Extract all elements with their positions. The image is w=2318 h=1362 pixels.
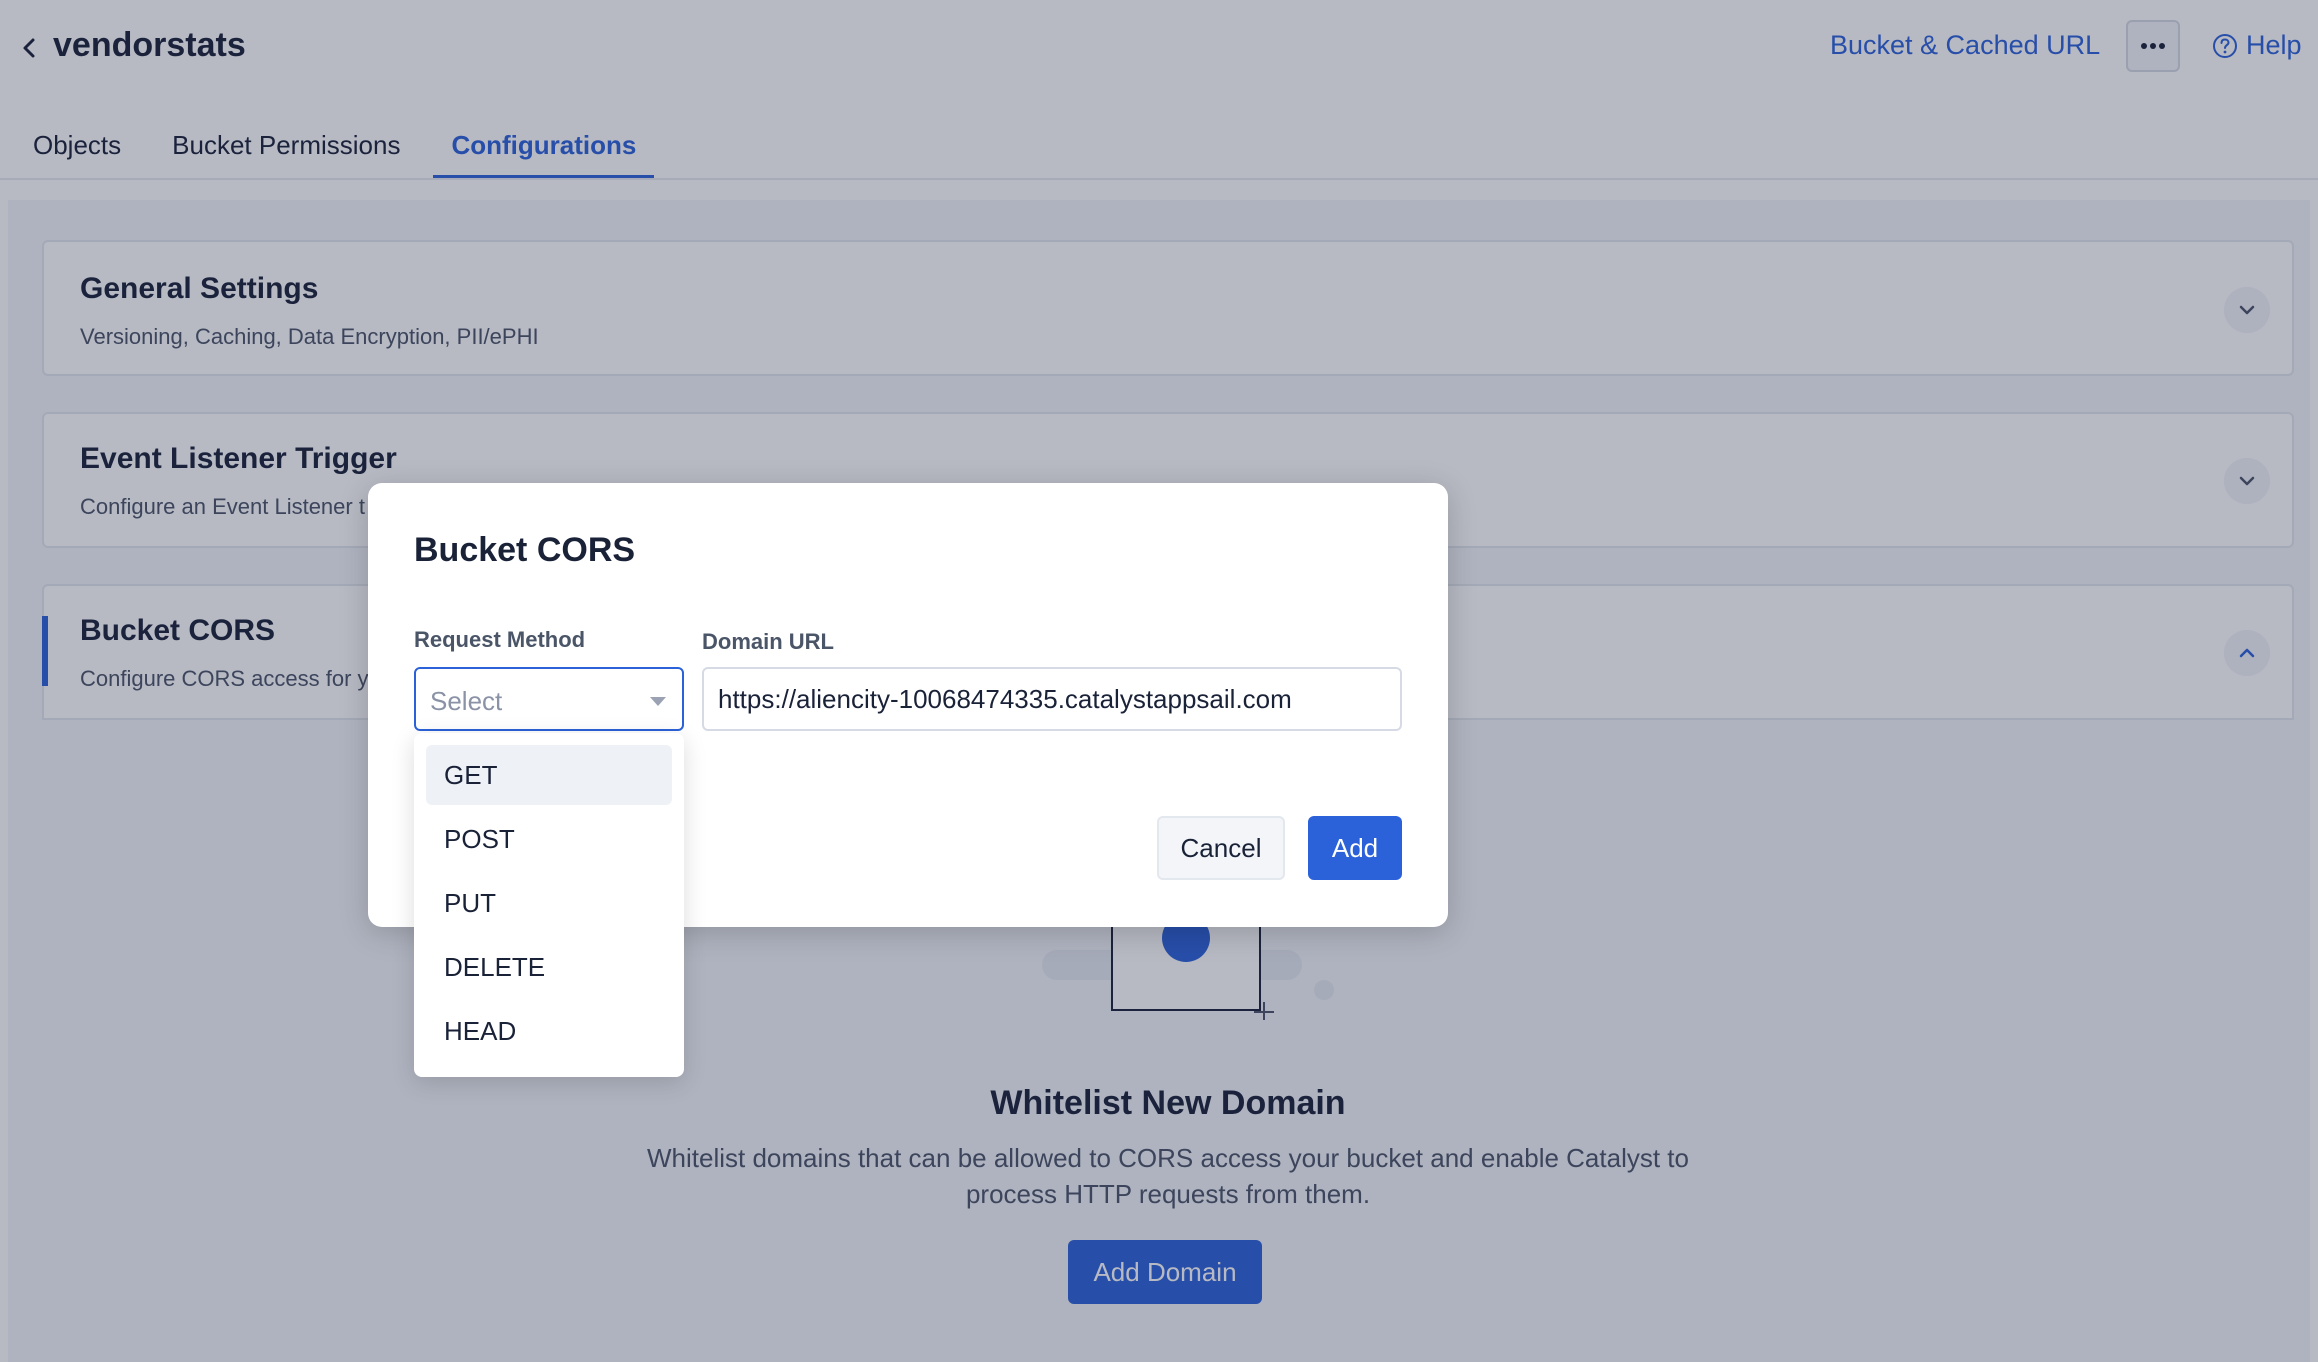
- option-put[interactable]: PUT: [426, 873, 672, 933]
- option-head[interactable]: HEAD: [426, 1001, 672, 1061]
- dialog-title: Bucket CORS: [414, 531, 636, 569]
- option-post[interactable]: POST: [426, 809, 672, 869]
- request-method-label: Request Method: [414, 627, 586, 652]
- request-method-dropdown: GET POST PUT DELETE HEAD: [414, 733, 684, 1077]
- request-method-select[interactable]: Select: [414, 667, 684, 731]
- cancel-button[interactable]: Cancel: [1157, 816, 1285, 880]
- option-delete[interactable]: DELETE: [426, 937, 672, 997]
- domain-url-input[interactable]: [702, 667, 1402, 731]
- select-placeholder: Select: [430, 686, 503, 716]
- caret-down-icon: [650, 697, 666, 706]
- option-get[interactable]: GET: [426, 745, 672, 805]
- add-button[interactable]: Add: [1308, 816, 1402, 880]
- domain-url-label: Domain URL: [702, 629, 834, 654]
